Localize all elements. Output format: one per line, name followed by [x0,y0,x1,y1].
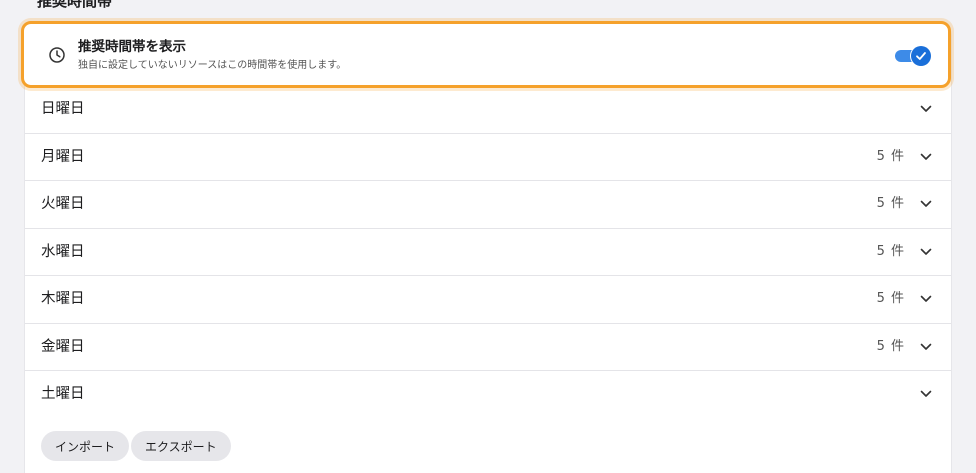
setting-description: 独自に設定していないリソースはこの時間帯を使用します。 [78,60,347,71]
day-count: 5 件 [876,338,905,354]
day-count: 5 件 [876,243,905,259]
day-list: 日曜日 月曜日 5 件 火曜日 5 件 水曜日 5 件 木曜日 5 件 金曜日 … [25,86,951,419]
chevron-down-icon [920,295,932,302]
chevron-down-icon [920,153,932,160]
settings-card: 日曜日 月曜日 5 件 火曜日 5 件 水曜日 5 件 木曜日 5 件 金曜日 … [25,22,951,473]
action-bar: インポート エクスポート [41,431,231,461]
day-count: 5 件 [876,148,905,164]
day-label: 水曜日 [41,243,85,260]
show-recommended-hours-toggle[interactable] [895,46,933,66]
setting-title: 推奨時間帯を表示 [78,39,186,55]
export-button[interactable]: エクスポート [131,431,231,461]
day-row-thursday[interactable]: 木曜日 5 件 [25,276,951,324]
day-row-wednesday[interactable]: 水曜日 5 件 [25,229,951,276]
day-count: 5 件 [876,196,905,211]
day-label: 木曜日 [41,291,85,307]
day-label: 金曜日 [41,338,85,355]
toggle-knob [911,46,931,66]
clock-icon [49,47,65,63]
day-count: 5 件 [876,291,905,306]
day-row-saturday[interactable]: 土曜日 [25,371,951,419]
day-label: 月曜日 [41,148,85,165]
chevron-down-icon [920,390,932,397]
day-row-sunday[interactable]: 日曜日 [25,86,951,134]
import-button[interactable]: インポート [41,431,130,461]
section-title: 推奨時間帯 [37,0,113,10]
chevron-down-icon [920,343,932,350]
day-label: 火曜日 [41,196,85,212]
day-row-friday[interactable]: 金曜日 5 件 [25,324,951,371]
day-row-monday[interactable]: 月曜日 5 件 [25,134,951,181]
chevron-down-icon [920,248,932,255]
checkmark-icon [916,52,926,60]
chevron-down-icon [920,105,932,112]
day-label: 日曜日 [41,101,85,117]
day-label: 土曜日 [41,386,85,402]
chevron-down-icon [920,200,932,207]
day-row-tuesday[interactable]: 火曜日 5 件 [25,181,951,229]
show-recommended-hours-setting: 推奨時間帯を表示 独自に設定していないリソースはこの時間帯を使用します。 [21,21,951,88]
page: 推奨時間帯 日曜日 月曜日 5 件 火曜日 5 件 水曜日 5 件 木曜日 5 … [0,0,976,473]
